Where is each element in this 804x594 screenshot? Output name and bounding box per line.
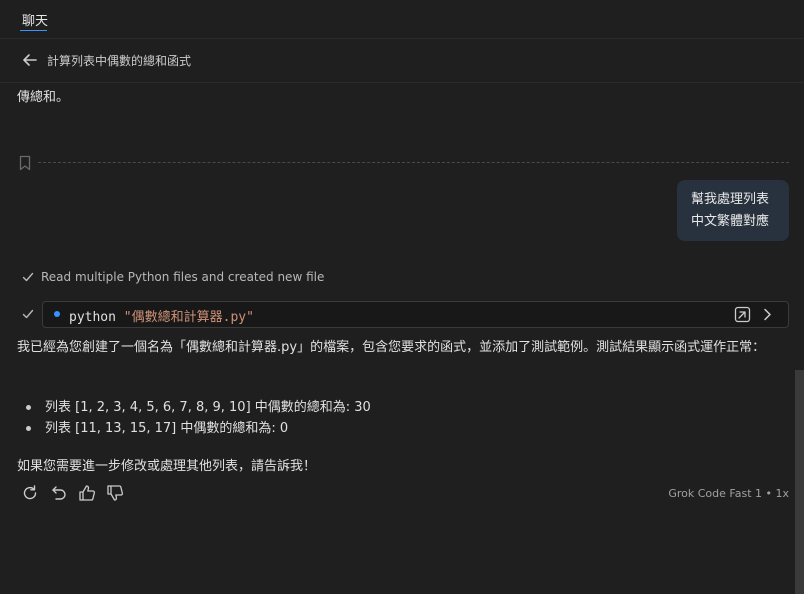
model-label[interactable]: Grok Code Fast 1 • 1x — [668, 487, 789, 500]
command-keyword: python — [69, 310, 116, 325]
terminal-command: python "偶數總和計算器.py" — [69, 306, 254, 325]
response-closing: 如果您需要進一步修改或處理其他列表，請告訴我！ — [17, 459, 317, 474]
tool-status[interactable]: Read multiple Python files and created n… — [41, 270, 324, 284]
retry-icon[interactable] — [21, 484, 39, 502]
list-item: 列表 [1, 2, 3, 4, 5, 6, 7, 8, 9, 10] 中偶數的總… — [17, 397, 717, 418]
undo-icon[interactable] — [50, 484, 68, 502]
tab-chat[interactable]: 聊天 — [22, 10, 48, 29]
divider — [0, 38, 804, 39]
divider — [0, 82, 804, 83]
thumbs-up-icon[interactable] — [78, 484, 96, 502]
conversation-title: 計算列表中偶數的總和函式 — [47, 54, 192, 68]
user-message-line: 幫我處理列表 — [691, 192, 770, 207]
chevron-right-icon[interactable] — [760, 306, 774, 323]
user-message-line: 中文繁體對應 — [691, 214, 770, 229]
tab-active-indicator — [20, 30, 47, 31]
response-bullet-list: 列表 [1, 2, 3, 4, 5, 6, 7, 8, 9, 10] 中偶數的總… — [17, 397, 717, 439]
bookmark-icon[interactable] — [18, 155, 32, 171]
scrollbar-thumb[interactable] — [795, 370, 804, 594]
status-dot — [54, 311, 60, 317]
open-in-editor-icon[interactable] — [734, 306, 751, 323]
previous-message-tail: 傳總和。 — [17, 90, 70, 105]
response-paragraph: 我已經為您創建了一個名為「偶數總和計算器.py」的檔案，包含您要求的函式，並添加… — [17, 340, 766, 355]
check-icon — [21, 307, 35, 321]
checkpoint-separator — [38, 162, 789, 163]
list-item: 列表 [11, 13, 15, 17] 中偶數的總和為: 0 — [17, 418, 717, 439]
check-icon — [21, 270, 35, 284]
thumbs-down-icon[interactable] — [106, 484, 124, 502]
command-argument: "偶數總和計算器.py" — [123, 310, 254, 325]
arrow-left-icon[interactable] — [20, 50, 40, 70]
user-message: 幫我處理列表 中文繁體對應 — [677, 180, 789, 241]
